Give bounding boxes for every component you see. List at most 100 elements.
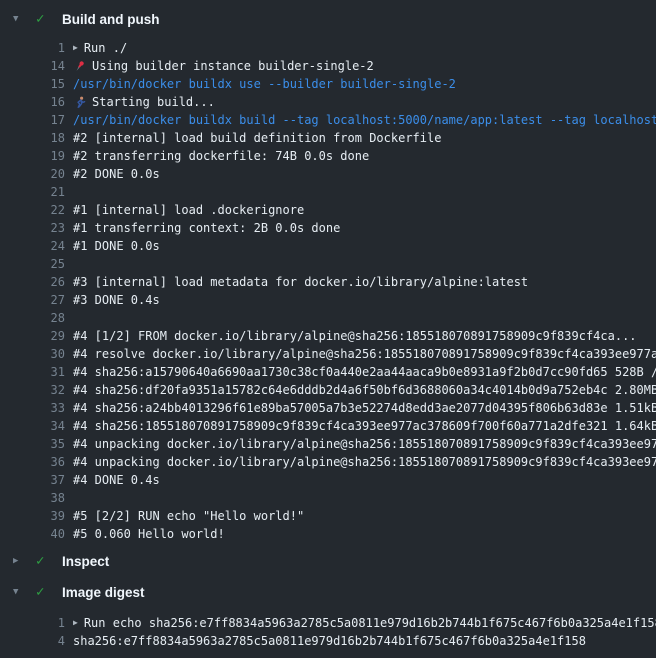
log-line: 16 Starting build... [0, 93, 656, 111]
line-number[interactable]: 27 [0, 291, 65, 309]
line-number[interactable]: 36 [0, 453, 65, 471]
line-number[interactable]: 15 [0, 75, 65, 93]
log-line-content: #2 transferring dockerfile: 74B 0.0s don… [73, 147, 369, 165]
log-text: Using builder instance builder-single-2 [92, 57, 374, 75]
success-check-icon: ✓ [36, 550, 50, 572]
run-group-expander-icon[interactable]: ▶ [73, 39, 78, 57]
line-number[interactable]: 21 [0, 183, 65, 201]
line-number[interactable]: 33 [0, 399, 65, 417]
log-line: 27 #3 DONE 0.4s [0, 291, 656, 309]
log-lines: 1 ▶Run ./ 14 Using builder instance builder… [0, 39, 656, 543]
log-text: #4 unpacking docker.io/library/alpine@sh… [73, 453, 656, 471]
log-line: 1 ▶ Run echo sha256:e7ff8834a5963a2785c5a0… [0, 614, 656, 632]
line-number[interactable]: 25 [0, 255, 65, 273]
line-number[interactable]: 30 [0, 345, 65, 363]
section-image-digest: ▼ ✓ Image digest 1 ▶ Run echo sha256:e7ff8… [0, 581, 656, 650]
log-text: Run echo sha256:e7ff8834a5963a2785c5a081… [84, 614, 656, 632]
log-line-content: Starting build... [73, 93, 215, 111]
log-line: 33 #4 sha256:a24bb4013296f61e89ba57005a7b… [0, 399, 656, 417]
line-number[interactable]: 4 [0, 632, 65, 650]
line-number[interactable]: 17 [0, 111, 65, 129]
success-check-icon: ✓ [36, 581, 50, 603]
log-text: #5 [2/2] RUN echo "Hello world!" [73, 507, 304, 525]
section-header-build-and-push[interactable]: ▼ ✓ Build and push [0, 8, 656, 30]
line-number[interactable]: 16 [0, 93, 65, 111]
log-line-content: #5 [2/2] RUN echo "Hello world!" [73, 507, 304, 525]
line-number[interactable]: 28 [0, 309, 65, 327]
line-number[interactable]: 23 [0, 219, 65, 237]
line-number[interactable]: 19 [0, 147, 65, 165]
log-line-content: #4 sha256:a24bb4013296f61e89ba57005a7b3e… [73, 399, 656, 417]
log-line-content: /usr/bin/docker buildx use --builder bui… [73, 75, 456, 93]
command-text: /usr/bin/docker buildx build --tag local… [73, 111, 656, 129]
line-number[interactable]: 24 [0, 237, 65, 255]
log-line-content: ▶Run ./ [73, 39, 127, 57]
log-text: #4 DONE 0.4s [73, 471, 160, 489]
line-number[interactable]: 1 [0, 39, 65, 57]
pushpin-icon [73, 60, 86, 73]
log-line-content: #1 [internal] load .dockerignore [73, 201, 304, 219]
log-text: #4 resolve docker.io/library/alpine@sha2… [73, 345, 656, 363]
line-number[interactable]: 39 [0, 507, 65, 525]
log-line: 4 sha256:e7ff8834a5963a2785c5a0811e979d16… [0, 632, 656, 650]
log-text: #5 0.060 Hello world! [73, 525, 225, 543]
line-number[interactable]: 35 [0, 435, 65, 453]
log-line-content: #2 [internal] load build definition from… [73, 129, 441, 147]
log-text: #3 [internal] load metadata for docker.i… [73, 273, 528, 291]
log-line: 39 #5 [2/2] RUN echo "Hello world!" [0, 507, 656, 525]
log-line: 1 ▶Run ./ [0, 39, 656, 57]
log-line-content: #3 [internal] load metadata for docker.i… [73, 273, 528, 291]
log-line-content: #4 unpacking docker.io/library/alpine@sh… [73, 435, 656, 453]
line-number[interactable]: 18 [0, 129, 65, 147]
log-line: 40 #5 0.060 Hello world! [0, 525, 656, 543]
log-line: 26 #3 [internal] load metadata for docker… [0, 273, 656, 291]
log-text: Starting build... [92, 93, 215, 111]
log-line: 37 #4 DONE 0.4s [0, 471, 656, 489]
log-line: 15/usr/bin/docker buildx use --builder b… [0, 75, 656, 93]
log-line: 36 #4 unpacking docker.io/library/alpine@… [0, 453, 656, 471]
log-text: #2 transferring dockerfile: 74B 0.0s don… [73, 147, 369, 165]
log-line: 17/usr/bin/docker buildx build --tag loc… [0, 111, 656, 129]
line-number[interactable]: 1 [0, 614, 65, 632]
log-line: 24 #1 DONE 0.0s [0, 237, 656, 255]
run-group-expander-icon[interactable]: ▶ [73, 614, 78, 632]
line-number[interactable]: 31 [0, 363, 65, 381]
log-line-content: #2 DONE 0.0s [73, 165, 160, 183]
line-number[interactable]: 22 [0, 201, 65, 219]
line-number[interactable]: 32 [0, 381, 65, 399]
log-line-content: /usr/bin/docker buildx build --tag local… [73, 111, 656, 129]
line-number[interactable]: 34 [0, 417, 65, 435]
log-line: 34#4 sha256:185518070891758909c9f839cf4c… [0, 417, 656, 435]
log-line: 30 #4 resolve docker.io/library/alpine@sh… [0, 345, 656, 363]
section-header-image-digest[interactable]: ▼ ✓ Image digest [0, 581, 656, 603]
section-title: Image digest [62, 585, 145, 600]
section-title: Inspect [62, 554, 109, 569]
log-line-content: #1 DONE 0.0s [73, 237, 160, 255]
chevron-down-icon[interactable]: ▼ [13, 581, 25, 603]
actions-log-viewer: ▼ ✓ Build and push 1▶Run ./14Using build… [0, 0, 656, 650]
log-line: 28 [0, 309, 656, 327]
log-line: 38 [0, 489, 656, 507]
log-text: #2 DONE 0.0s [73, 165, 160, 183]
chevron-down-icon[interactable]: ▼ [13, 8, 25, 30]
line-number[interactable]: 38 [0, 489, 65, 507]
log-text: #3 DONE 0.4s [73, 291, 160, 309]
log-text: #4 unpacking docker.io/library/alpine@sh… [73, 435, 656, 453]
line-number[interactable]: 14 [0, 57, 65, 75]
line-number[interactable]: 37 [0, 471, 65, 489]
section-header-inspect[interactable]: ▶ ✓ Inspect [0, 550, 656, 572]
command-text: /usr/bin/docker buildx use --builder bui… [73, 75, 456, 93]
log-text: #1 transferring context: 2B 0.0s done [73, 219, 340, 237]
line-number[interactable]: 20 [0, 165, 65, 183]
line-number[interactable]: 40 [0, 525, 65, 543]
log-line: 31 #4 sha256:a15790640a6690aa1730c38cf0a4… [0, 363, 656, 381]
section-title: Build and push [62, 12, 160, 27]
line-number[interactable]: 29 [0, 327, 65, 345]
log-text: #4 sha256:a15790640a6690aa1730c38cf0a440… [73, 363, 656, 381]
line-number[interactable]: 26 [0, 273, 65, 291]
log-line-content: sha256:e7ff8834a5963a2785c5a0811e979d16b… [73, 632, 586, 650]
log-line: 23 #1 transferring context: 2B 0.0s done [0, 219, 656, 237]
log-lines: 1 ▶ Run echo sha256:e7ff8834a5963a2785c5a0… [0, 614, 656, 650]
log-line: 22 #1 [internal] load .dockerignore [0, 201, 656, 219]
chevron-right-icon[interactable]: ▶ [13, 550, 25, 572]
